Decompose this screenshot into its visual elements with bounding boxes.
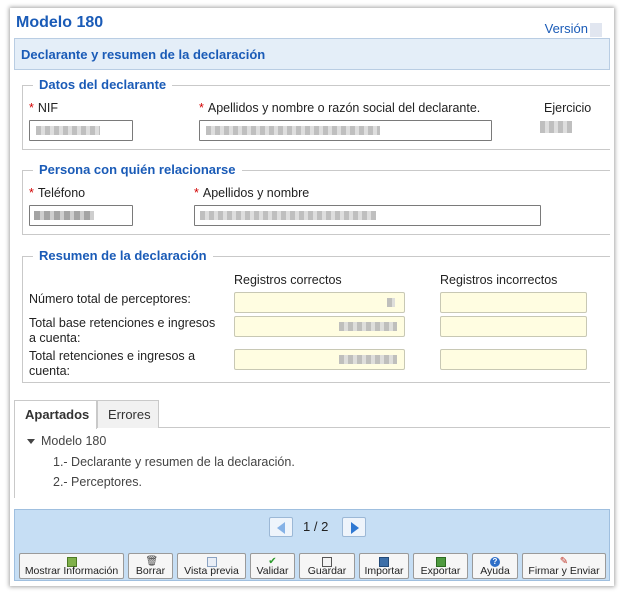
resumen-legend: Resumen de la declaración xyxy=(33,248,213,263)
row-label-base: Total base retenciones e ingresos a cuen… xyxy=(29,316,216,345)
ejercicio-label: Ejercicio xyxy=(544,101,592,115)
section-header: Declarante y resumen de la declaración xyxy=(14,38,610,70)
next-page-button[interactable] xyxy=(342,517,366,537)
masked-value xyxy=(34,211,94,220)
perceptores-incorrectos-field xyxy=(440,292,587,313)
base-incorrectos-field xyxy=(440,316,587,337)
borrar-button[interactable]: 🗑 Borrar xyxy=(128,553,173,579)
persona-name-label: * Apellidos y nombre xyxy=(194,186,310,200)
tab-apartados[interactable]: Apartados xyxy=(14,400,97,429)
arrow-right-icon xyxy=(351,522,359,534)
page-separator: / xyxy=(313,519,318,534)
ejercicio-value xyxy=(540,121,572,133)
tab-errores[interactable]: Errores xyxy=(97,400,159,428)
masked-value xyxy=(339,322,397,331)
retenciones-correctos-field xyxy=(234,349,405,370)
firmar-enviar-button[interactable]: ✎ Firmar y Enviar xyxy=(522,553,606,579)
row-label-perceptores: Número total de perceptores: xyxy=(29,292,191,306)
exportar-button[interactable]: Exportar xyxy=(413,553,468,579)
tree-root-modelo-180[interactable]: Modelo 180 xyxy=(27,434,106,448)
col-header-incorrectos: Registros incorrectos xyxy=(440,273,558,287)
telefono-input[interactable] xyxy=(29,205,133,226)
persona-legend: Persona con quién relacionarse xyxy=(33,162,242,177)
masked-value xyxy=(200,211,376,220)
app-title: Modelo 180 xyxy=(16,14,104,31)
declarante-legend: Datos del declarante xyxy=(33,77,173,92)
tab-bar: Apartados Errores xyxy=(14,400,610,429)
row-label-retenciones: Total retenciones e ingresos a cuenta: xyxy=(29,349,196,378)
vista-previa-button[interactable]: Vista previa xyxy=(177,553,246,579)
masked-value xyxy=(36,126,100,135)
col-header-correctos: Registros correctos xyxy=(234,273,342,287)
page-current: 1 xyxy=(303,519,311,534)
tree-item-declarante[interactable]: 1.- Declarante y resumen de la declaraci… xyxy=(53,455,295,469)
required-asterisk: * xyxy=(29,186,34,200)
title-bar: Modelo 180 Versión xyxy=(14,12,610,38)
guardar-button[interactable]: Guardar xyxy=(299,553,355,579)
perceptores-correctos-field xyxy=(234,292,405,313)
ayuda-button[interactable]: ? Ayuda xyxy=(472,553,518,579)
declarante-name-input[interactable] xyxy=(199,120,492,141)
version-link[interactable]: Versión xyxy=(545,21,602,37)
expand-caret-icon[interactable] xyxy=(27,439,35,445)
validar-button[interactable]: ✔ Validar xyxy=(250,553,295,579)
masked-value xyxy=(339,355,397,364)
base-correctos-field xyxy=(234,316,405,337)
nif-label: * NIF xyxy=(29,101,59,115)
mostrar-informacion-button[interactable]: Mostrar Información xyxy=(19,553,124,579)
page-total: 2 xyxy=(321,519,329,534)
prev-page-button[interactable] xyxy=(269,517,293,537)
required-asterisk: * xyxy=(199,101,204,115)
nif-input[interactable] xyxy=(29,120,133,141)
declarante-name-label: * Apellidos y nombre o razón social del d… xyxy=(199,101,481,115)
retenciones-incorrectos-field xyxy=(440,349,587,370)
section-title: Declarante y resumen de la declaración xyxy=(21,47,266,62)
version-label: Versión xyxy=(544,21,588,36)
bottom-toolbar: 1 / 2 Mostrar Información 🗑 Borrar Vista… xyxy=(14,509,610,581)
version-number-badge xyxy=(590,22,602,37)
required-asterisk: * xyxy=(29,101,34,115)
importar-button[interactable]: Importar xyxy=(359,553,409,579)
arrow-left-icon xyxy=(277,522,285,534)
masked-value xyxy=(387,298,395,307)
telefono-label: * Teléfono xyxy=(29,186,86,200)
persona-name-input[interactable] xyxy=(194,205,541,226)
required-asterisk: * xyxy=(194,186,199,200)
section-tree: Modelo 180 1.- Declarante y resumen de l… xyxy=(14,428,610,498)
page-indicator: 1 / 2 xyxy=(303,519,328,534)
masked-value xyxy=(206,126,380,135)
tree-item-perceptores[interactable]: 2.- Perceptores. xyxy=(53,475,142,489)
